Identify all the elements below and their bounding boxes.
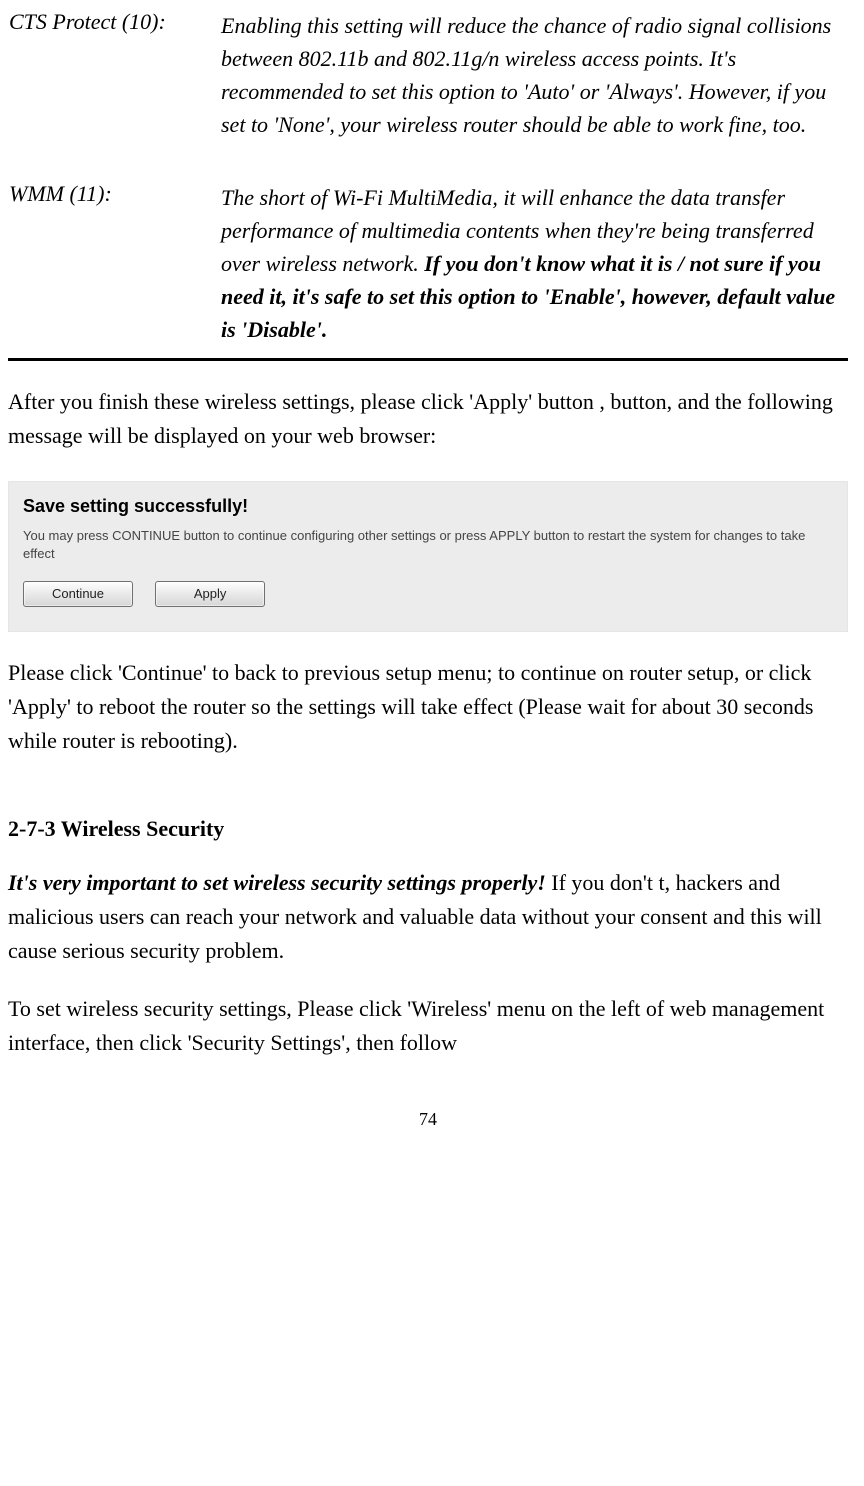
paragraph-security-instruction: To set wireless security settings, Pleas… [8,992,848,1060]
dialog-buttons: Continue Apply [23,578,833,607]
definition-row-cts: CTS Protect (10): Enabling this setting … [8,8,848,153]
paragraph-security-warning: It's very important to set wireless secu… [8,866,848,968]
security-warning-bold: It's very important to set wireless secu… [8,870,546,895]
save-success-dialog: Save setting successfully! You may press… [8,481,848,632]
paragraph-apply-instruction: After you finish these wireless settings… [8,385,848,453]
apply-button[interactable]: Apply [155,581,265,607]
dialog-title: Save setting successfully! [23,496,833,517]
definition-row-wmm: WMM (11): The short of Wi-Fi MultiMedia,… [8,180,848,360]
cts-label: CTS Protect (10): [8,8,220,153]
dialog-text: You may press CONTINUE button to continu… [23,527,833,562]
page-number: 74 [8,1109,848,1130]
continue-button[interactable]: Continue [23,581,133,607]
section-heading-wireless-security: 2-7-3 Wireless Security [8,816,848,842]
paragraph-continue-apply: Please click 'Continue' to back to previ… [8,656,848,758]
cts-description: Enabling this setting will reduce the ch… [220,8,848,153]
wmm-label: WMM (11): [8,180,220,360]
definitions-table: CTS Protect (10): Enabling this setting … [8,8,848,361]
wmm-description: The short of Wi-Fi MultiMedia, it will e… [220,180,848,360]
